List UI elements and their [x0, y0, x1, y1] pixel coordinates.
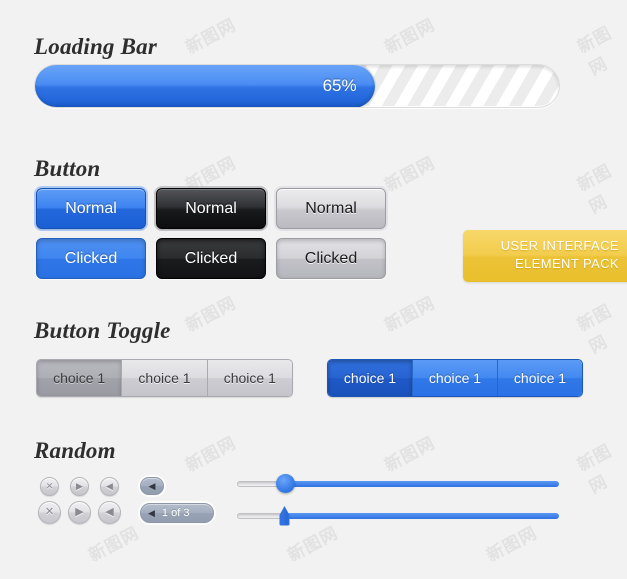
button-label: Normal	[185, 199, 237, 217]
button-label: Clicked	[304, 249, 358, 267]
toggle-segment-label: choice 1	[513, 370, 567, 386]
toggle-segment-gray-3[interactable]: choice 1	[207, 360, 292, 396]
toggle-segment-blue-3[interactable]: choice 1	[498, 360, 582, 396]
button-dark-normal[interactable]: Normal	[156, 188, 266, 229]
close-icon-button-small[interactable]: ✕	[40, 477, 59, 496]
toggle-segment-label: choice 1	[428, 370, 482, 386]
watermark-1: 新图网	[381, 15, 439, 59]
pin-shape-icon	[279, 506, 290, 526]
close-icon-button-large[interactable]: ✕	[38, 501, 61, 524]
toggle-group-gray[interactable]: choice 1 choice 1 choice 1	[36, 359, 293, 397]
button-gray-clicked[interactable]: Clicked	[276, 238, 386, 279]
pagination-pill[interactable]: ◀ 1 of 3	[140, 503, 214, 523]
button-gray-normal[interactable]: Normal	[276, 188, 386, 229]
button-label: Clicked	[64, 249, 118, 267]
button-blue-normal[interactable]: Normal	[36, 188, 146, 229]
play-icon-button-large[interactable]: ▶	[68, 501, 91, 524]
toggle-segment-gray-1[interactable]: choice 1	[37, 360, 123, 396]
previous-icon-button-large[interactable]: ◀	[98, 501, 121, 524]
close-icon: ✕	[45, 481, 54, 491]
button-blue-clicked[interactable]: Clicked	[36, 238, 146, 279]
promo-line-2: ELEMENT PACK	[514, 256, 619, 271]
loading-bar-track[interactable]: 65%	[34, 64, 560, 108]
button-label: Clicked	[184, 249, 238, 267]
promo-line-1: USER INTERFACE	[500, 238, 619, 253]
previous-icon: ◀	[148, 507, 155, 518]
previous-icon: ◀	[148, 480, 156, 491]
play-icon-button-small[interactable]: ▶	[70, 477, 89, 496]
toggle-segment-label: choice 1	[53, 370, 106, 386]
watermark-10: 新图网	[381, 433, 439, 477]
previous-icon-button-small[interactable]: ◀	[100, 477, 119, 496]
watermark-8: 新图网	[574, 301, 616, 358]
watermark-0: 新图网	[182, 15, 240, 59]
button-dark-clicked[interactable]: Clicked	[156, 238, 266, 279]
watermark-4: 新图网	[381, 153, 439, 197]
watermark-7: 新图网	[381, 293, 439, 337]
promo-badge: USER INTERFACE ELEMENT PACK	[463, 230, 627, 282]
pagination-label: 1 of 3	[161, 507, 190, 519]
play-icon: ▶	[75, 506, 84, 518]
toggle-segment-gray-2[interactable]: choice 1	[122, 360, 208, 396]
loading-bar-heading: Loading Bar	[34, 34, 157, 59]
toggle-segment-blue-2[interactable]: choice 1	[413, 360, 498, 396]
loading-bar-fill: 65%	[35, 65, 375, 107]
slider-track-active	[283, 513, 559, 519]
loading-bar-percent-label: 65%	[322, 76, 357, 95]
slider-handle-round[interactable]	[276, 474, 295, 493]
previous-icon: ◀	[106, 481, 113, 491]
slider-handle-pin[interactable]	[278, 506, 291, 526]
play-icon: ▶	[76, 481, 83, 491]
toggle-segment-label: choice 1	[223, 370, 276, 386]
slider-pin-knob[interactable]	[237, 505, 559, 526]
random-heading: Random	[34, 438, 116, 463]
button-heading: Button	[34, 156, 101, 181]
close-icon: ✕	[44, 506, 55, 518]
button-toggle-heading: Button Toggle	[34, 318, 171, 343]
toggle-segment-label: choice 1	[343, 370, 397, 386]
watermark-11: 新图网	[574, 441, 616, 498]
slider-track-active	[283, 481, 559, 487]
toggle-segment-blue-1[interactable]: choice 1	[328, 360, 413, 396]
toggle-group-blue[interactable]: choice 1 choice 1 choice 1	[327, 359, 583, 397]
slider-round-knob[interactable]	[237, 473, 559, 493]
previous-pill-button[interactable]: ◀	[140, 477, 164, 495]
watermark-5: 新图网	[574, 161, 616, 218]
previous-icon: ◀	[105, 506, 114, 518]
toggle-segment-label: choice 1	[138, 370, 191, 386]
watermark-9: 新图网	[182, 433, 240, 477]
watermark-6: 新图网	[182, 293, 240, 337]
watermark-2: 新图网	[574, 23, 616, 80]
watermark-13: 新图网	[284, 523, 342, 567]
button-label: Normal	[305, 199, 357, 217]
watermark-14: 新图网	[483, 523, 541, 567]
button-label: Normal	[65, 199, 117, 217]
watermark-12: 新图网	[85, 523, 143, 567]
